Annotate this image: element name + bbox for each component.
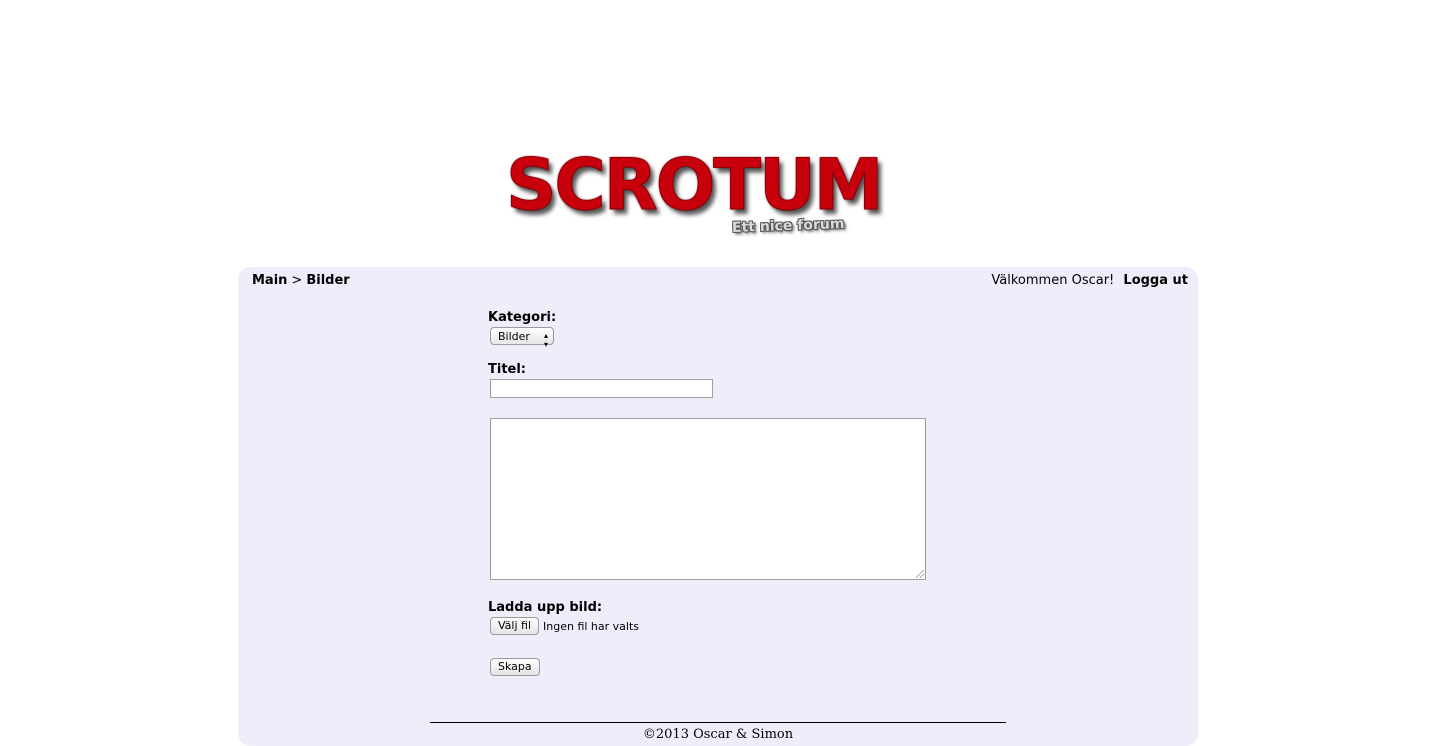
category-select[interactable]: Bilder ▴ ▾	[490, 327, 554, 349]
user-box: Välkommen Oscar! Logga ut	[991, 273, 1188, 288]
resize-grip-icon[interactable]	[916, 570, 924, 578]
title-input[interactable]	[490, 379, 713, 398]
select-arrows-icon: ▴ ▾	[543, 331, 548, 349]
breadcrumb: Main > Bilder	[252, 273, 350, 288]
breadcrumb-current-link[interactable]: Bilder	[306, 273, 349, 288]
footer-copyright: ©2013 Oscar & Simon	[642, 727, 794, 742]
title-label: Titel:	[488, 362, 527, 377]
file-status-text: Ingen fil har valts	[543, 619, 640, 633]
logo-title: SCROTUM	[505, 144, 883, 226]
footer-divider	[430, 722, 1006, 723]
content-panel: Main > Bilder Välkommen Oscar! Logga ut Ka…	[238, 267, 1198, 746]
submit-button[interactable]: Skapa	[490, 657, 540, 676]
category-label: Kategori:	[488, 310, 557, 325]
logout-link[interactable]: Logga ut	[1123, 273, 1188, 288]
file-upload: Välj fil Ingen fil har valts	[490, 617, 948, 635]
site-logo[interactable]: SCROTUM Ett nice forum	[505, 144, 918, 250]
welcome-text: Välkommen Oscar!	[991, 273, 1115, 288]
header: SCROTUM Ett nice forum	[0, 0, 1435, 262]
category-selected-value: Bilder	[498, 330, 530, 343]
upload-label: Ladda upp bild:	[488, 600, 603, 615]
breadcrumb-separator: >	[291, 273, 303, 288]
body-textarea[interactable]	[490, 418, 926, 580]
logo-subtitle: Ett nice forum	[731, 216, 845, 236]
choose-file-button[interactable]: Välj fil	[490, 617, 540, 635]
breadcrumb-main-link[interactable]: Main	[252, 273, 287, 288]
new-post-form: Kategori: Bilder ▴ ▾ Titel: Ladda upp bil…	[488, 310, 948, 676]
